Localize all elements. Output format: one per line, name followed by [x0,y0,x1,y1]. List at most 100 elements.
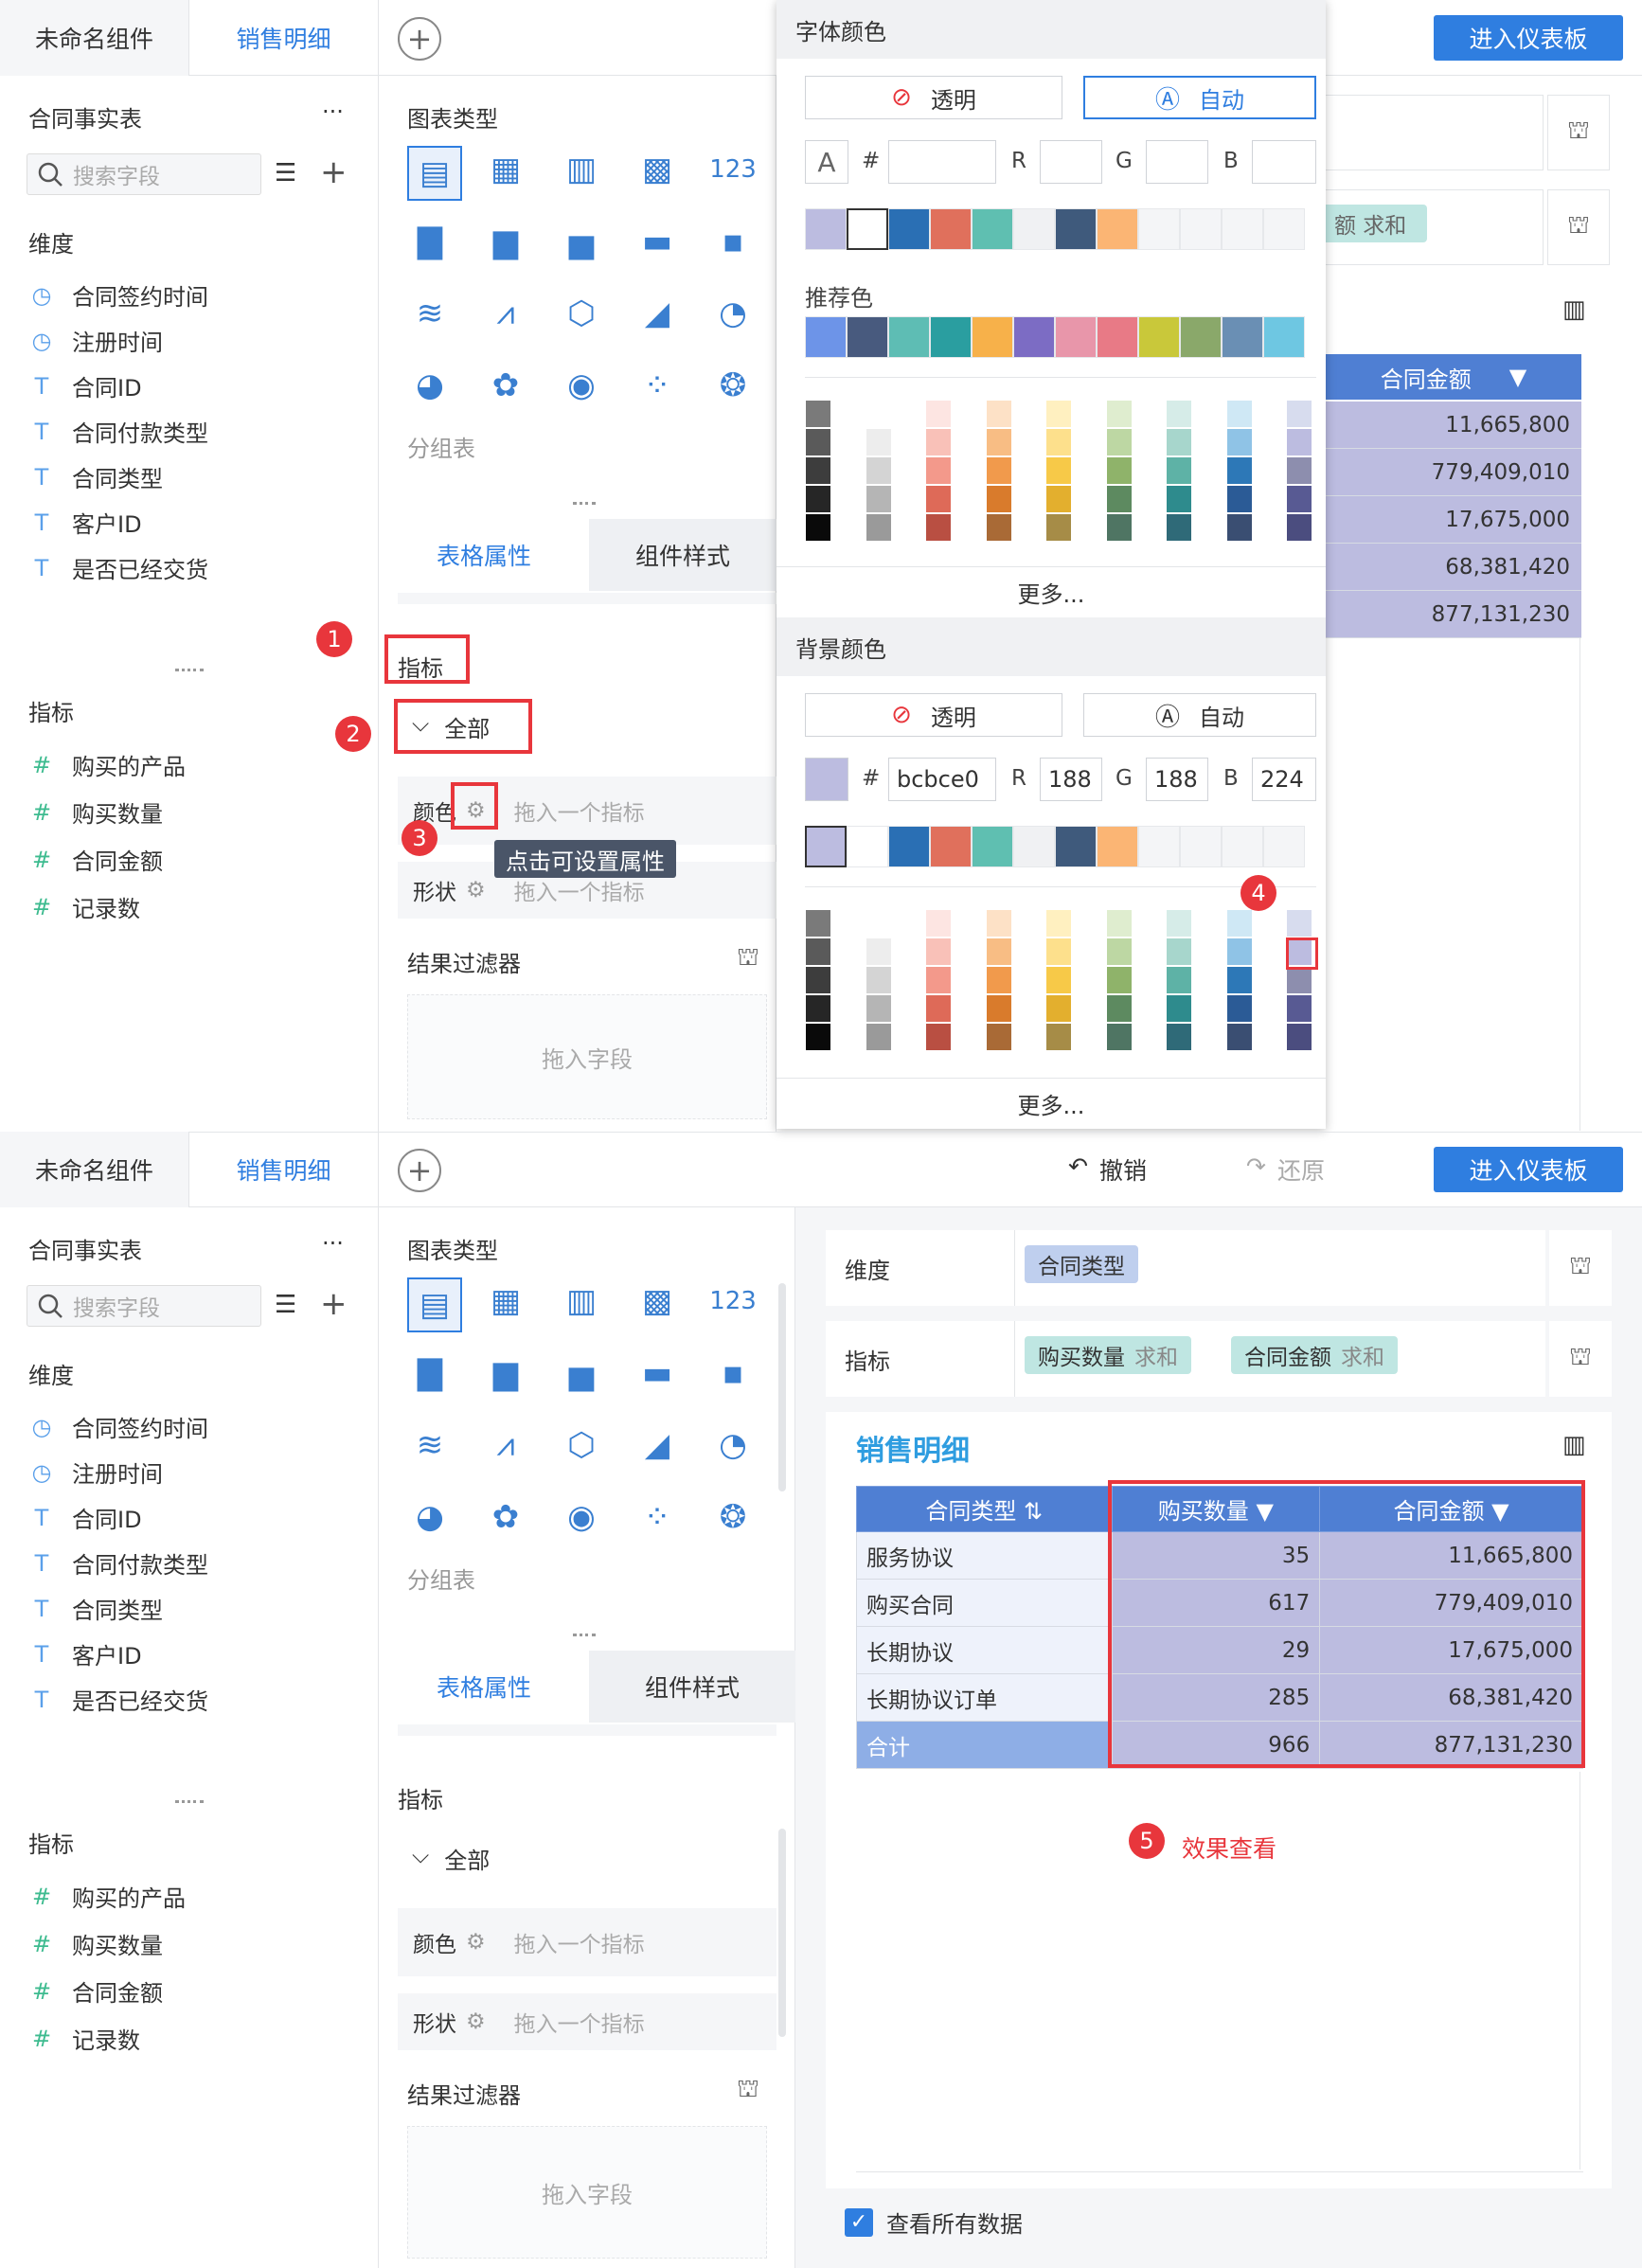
color-swatch[interactable] [925,1023,952,1051]
color-swatch[interactable] [1045,938,1072,966]
gear-icon[interactable]: ⚙ [466,878,486,902]
color-swatch[interactable] [805,826,847,867]
gear-icon[interactable]: ⚙ [466,1930,486,1955]
color-swatch[interactable] [1105,400,1133,428]
color-swatch[interactable] [1105,513,1133,542]
color-swatch[interactable] [985,400,1012,428]
color-swatch[interactable] [888,826,930,867]
color-swatch[interactable] [1166,994,1192,1023]
chart-type-table-icon[interactable]: ▤ [407,146,462,201]
filter-drop-zone[interactable]: 拖入字段 [407,2126,767,2259]
chart-type-cross-table-icon[interactable]: ▦ [485,1282,527,1320]
resize-handle[interactable] [175,1800,204,1803]
tab-unnamed[interactable]: 未命名组件 [0,1132,189,1207]
color-swatch[interactable] [1166,428,1192,456]
chart-type-line-multi-icon[interactable]: ≋ [409,295,451,332]
chart-type-heatmap-icon[interactable]: ▩ [636,1282,678,1320]
chart-type-donut-icon[interactable]: ◉ [561,366,602,404]
tab-table-props[interactable]: 表格属性 [379,1651,589,1723]
auto-option[interactable]: Ⓐ 自动 [1083,693,1316,737]
color-swatch[interactable] [1105,485,1133,513]
add-field-icon[interactable]: + [320,153,348,191]
field-item[interactable]: # 合同金额 [28,843,163,876]
column-header-amount[interactable]: 合同金额 ▼ [1326,354,1581,400]
color-swatch[interactable] [805,316,847,358]
palette-column[interactable] [985,909,1012,1051]
color-swatch[interactable] [1286,400,1312,428]
color-swatch[interactable] [1166,909,1192,938]
color-swatch[interactable] [1105,909,1133,938]
color-swatch[interactable] [1138,208,1180,250]
color-swatch[interactable] [805,966,831,994]
scrollbar[interactable] [778,1829,786,2037]
g-input[interactable] [1146,140,1208,184]
add-tab-button[interactable]: + [398,1149,441,1192]
color-swatch[interactable] [985,1023,1012,1051]
color-swatch[interactable] [888,316,930,358]
color-swatch[interactable] [1225,456,1253,485]
color-swatch[interactable] [985,909,1012,938]
palette-column[interactable] [865,400,892,542]
b-input[interactable] [1252,140,1316,184]
color-swatch[interactable] [1166,1023,1192,1051]
field-item[interactable]: # 记录数 [28,890,140,923]
palette-column[interactable] [865,909,892,1051]
color-swatch[interactable] [1045,909,1072,938]
color-swatch[interactable] [805,208,847,250]
field-item[interactable]: T 客户ID [28,506,142,539]
color-swatch[interactable] [985,485,1012,513]
color-swatch[interactable] [1166,456,1192,485]
field-item[interactable]: T 合同付款类型 [28,415,208,448]
color-swatch[interactable] [930,826,972,867]
filter-icon[interactable]: ⛫ [737,2075,759,2107]
color-swatch[interactable] [1180,826,1222,867]
color-swatch[interactable] [1286,1023,1312,1051]
field-item[interactable]: ◷ 合同签约时间 [28,1410,208,1443]
color-swatch[interactable] [1138,826,1180,867]
tab-unnamed[interactable]: 未命名组件 [0,0,189,76]
chart-type-gauge-icon[interactable]: ◔ [712,295,754,332]
color-swatch[interactable] [985,966,1012,994]
palette-column[interactable] [1225,400,1253,542]
field-item[interactable]: ◷ 注册时间 [28,1455,163,1489]
color-swatch[interactable] [1222,316,1263,358]
color-swatch[interactable] [1180,316,1222,358]
palette-column[interactable] [1286,400,1312,542]
chart-type-bar-icon[interactable]: ▆ [485,1354,527,1392]
color-swatch[interactable] [1286,909,1312,938]
dim-drop-row[interactable] [1326,95,1544,170]
chart-settings-icon[interactable]: ▥ [1562,1431,1586,1459]
gear-icon[interactable]: ⚙ [466,2009,486,2034]
chart-type-pie-icon[interactable]: ◕ [409,1498,451,1536]
r-input[interactable] [1040,140,1102,184]
field-item[interactable]: # 合同金额 [28,1974,163,2008]
chart-type-grouped-bar-icon[interactable]: ▅ [561,223,602,260]
color-swatch[interactable] [1105,428,1133,456]
color-swatch[interactable] [1105,938,1133,966]
chart-type-donut-icon[interactable]: ◉ [561,1498,602,1536]
current-color-swatch[interactable] [805,758,848,801]
color-swatch[interactable] [1013,316,1055,358]
color-swatch[interactable] [1286,513,1312,542]
palette-column[interactable] [1166,400,1192,542]
chart-type-area-icon[interactable]: ◢ [636,295,678,332]
color-swatch[interactable] [1263,208,1305,250]
chart-type-line-multi-icon[interactable]: ≋ [409,1426,451,1464]
color-swatch[interactable] [865,994,892,1023]
color-swatch[interactable] [865,909,892,938]
undo-button[interactable]: ↶ 撤销 [1068,1152,1147,1187]
recommend-colors[interactable] [805,316,1305,358]
redo-button[interactable]: ↷ 还原 [1246,1152,1325,1187]
color-swatch[interactable] [925,966,952,994]
field-item[interactable]: ◷ 合同签约时间 [28,278,208,312]
search-field[interactable]: 搜索字段 [27,153,261,195]
tab-table-props[interactable]: 表格属性 [379,519,589,591]
recent-colors[interactable] [805,208,1305,250]
color-swatch[interactable] [930,208,972,250]
color-swatch[interactable] [1225,428,1253,456]
metric-chip[interactable]: 购买数量 求和 [1025,1336,1191,1374]
tab-sales-detail[interactable]: 销售明细 [189,0,379,76]
more-menu-icon[interactable]: ··· [322,98,344,125]
palette-column[interactable] [1045,909,1072,1051]
field-item[interactable]: # 购买数量 [28,1927,163,1960]
